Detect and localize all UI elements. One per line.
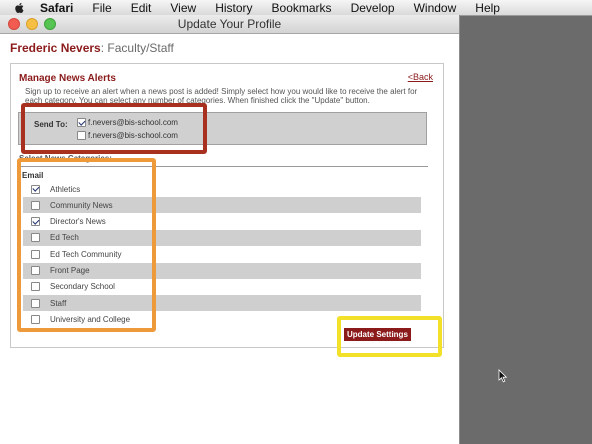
category-row: University and College — [23, 311, 421, 327]
category-checkbox[interactable] — [31, 249, 40, 259]
category-row: Ed Tech — [23, 229, 421, 246]
category-checkbox[interactable] — [31, 217, 40, 227]
category-checkbox[interactable] — [31, 298, 40, 308]
category-row: Athletics — [23, 181, 421, 197]
categories-title: Select News Categories: — [19, 154, 112, 163]
menu-bookmarks[interactable]: Bookmarks — [272, 1, 332, 15]
menu-develop[interactable]: Develop — [351, 1, 395, 15]
menu-view[interactable]: View — [170, 1, 196, 15]
browser-window: Update Your Profile Frederic Nevers: Fac… — [0, 15, 460, 444]
category-label: Staff — [50, 298, 67, 308]
category-label: University and College — [50, 314, 131, 324]
send-to-box: Send To: f.nevers@bis-school.com f.never… — [18, 112, 427, 145]
email-address: f.nevers@bis-school.com — [88, 118, 178, 127]
update-settings-button[interactable]: Update Settings — [344, 328, 411, 341]
window-controls — [8, 18, 62, 30]
category-label: Athletics — [50, 184, 81, 194]
apple-icon[interactable] — [14, 2, 26, 14]
category-checkbox[interactable] — [31, 200, 40, 210]
profile-header: Frederic Nevers: Faculty/Staff — [10, 41, 174, 55]
categories-divider — [18, 166, 428, 167]
email-option: f.nevers@bis-school.com — [77, 118, 178, 127]
category-label: Secondary School — [50, 282, 115, 292]
menu-bar: Safari File Edit View History Bookmarks … — [0, 0, 592, 16]
category-row: Staff — [23, 295, 421, 312]
menu-file[interactable]: File — [92, 1, 111, 15]
email-column-label: Email — [22, 171, 44, 180]
category-checkbox[interactable] — [31, 184, 40, 194]
send-to-label: Send To: — [34, 120, 68, 129]
profile-name: Frederic Nevers — [10, 41, 101, 55]
email-option: f.nevers@bis-school.com — [77, 131, 178, 140]
profile-role: : Faculty/Staff — [100, 41, 174, 55]
back-link[interactable]: <Back — [408, 72, 433, 82]
category-checkbox[interactable] — [31, 266, 40, 275]
minimize-window-button[interactable] — [26, 18, 38, 30]
category-checkbox[interactable] — [31, 314, 40, 324]
menu-window[interactable]: Window — [414, 1, 457, 15]
category-checkbox[interactable] — [31, 233, 40, 243]
panel-title: Manage News Alerts — [19, 73, 116, 84]
menu-safari[interactable]: Safari — [40, 1, 73, 15]
menu-help[interactable]: Help — [475, 1, 500, 15]
category-checkbox[interactable] — [31, 282, 40, 292]
mouse-pointer-icon — [498, 369, 508, 383]
menu-history[interactable]: History — [215, 1, 252, 15]
category-label: Ed Tech Community — [50, 249, 122, 259]
category-row: Ed Tech Community — [23, 246, 421, 262]
email-checkbox[interactable] — [77, 131, 86, 140]
window-title: Update Your Profile — [177, 17, 282, 31]
intro-text: Sign up to receive an alert when a news … — [25, 87, 418, 105]
zoom-window-button[interactable] — [44, 18, 56, 30]
email-checkbox[interactable] — [77, 118, 86, 127]
menu-edit[interactable]: Edit — [131, 1, 152, 15]
news-alerts-panel: Manage News Alerts <Back Sign up to rece… — [10, 63, 444, 348]
category-label: Front Page — [50, 266, 90, 275]
category-row: Director's News — [23, 214, 421, 230]
category-row: Front Page — [23, 262, 421, 279]
category-row: Secondary School — [23, 279, 421, 295]
category-label: Community News — [50, 200, 113, 210]
category-label: Director's News — [50, 217, 106, 227]
category-label: Ed Tech — [50, 233, 79, 243]
category-row: Community News — [23, 197, 421, 214]
window-titlebar[interactable]: Update Your Profile — [0, 15, 459, 34]
email-address: f.nevers@bis-school.com — [88, 131, 178, 140]
close-window-button[interactable] — [8, 18, 20, 30]
